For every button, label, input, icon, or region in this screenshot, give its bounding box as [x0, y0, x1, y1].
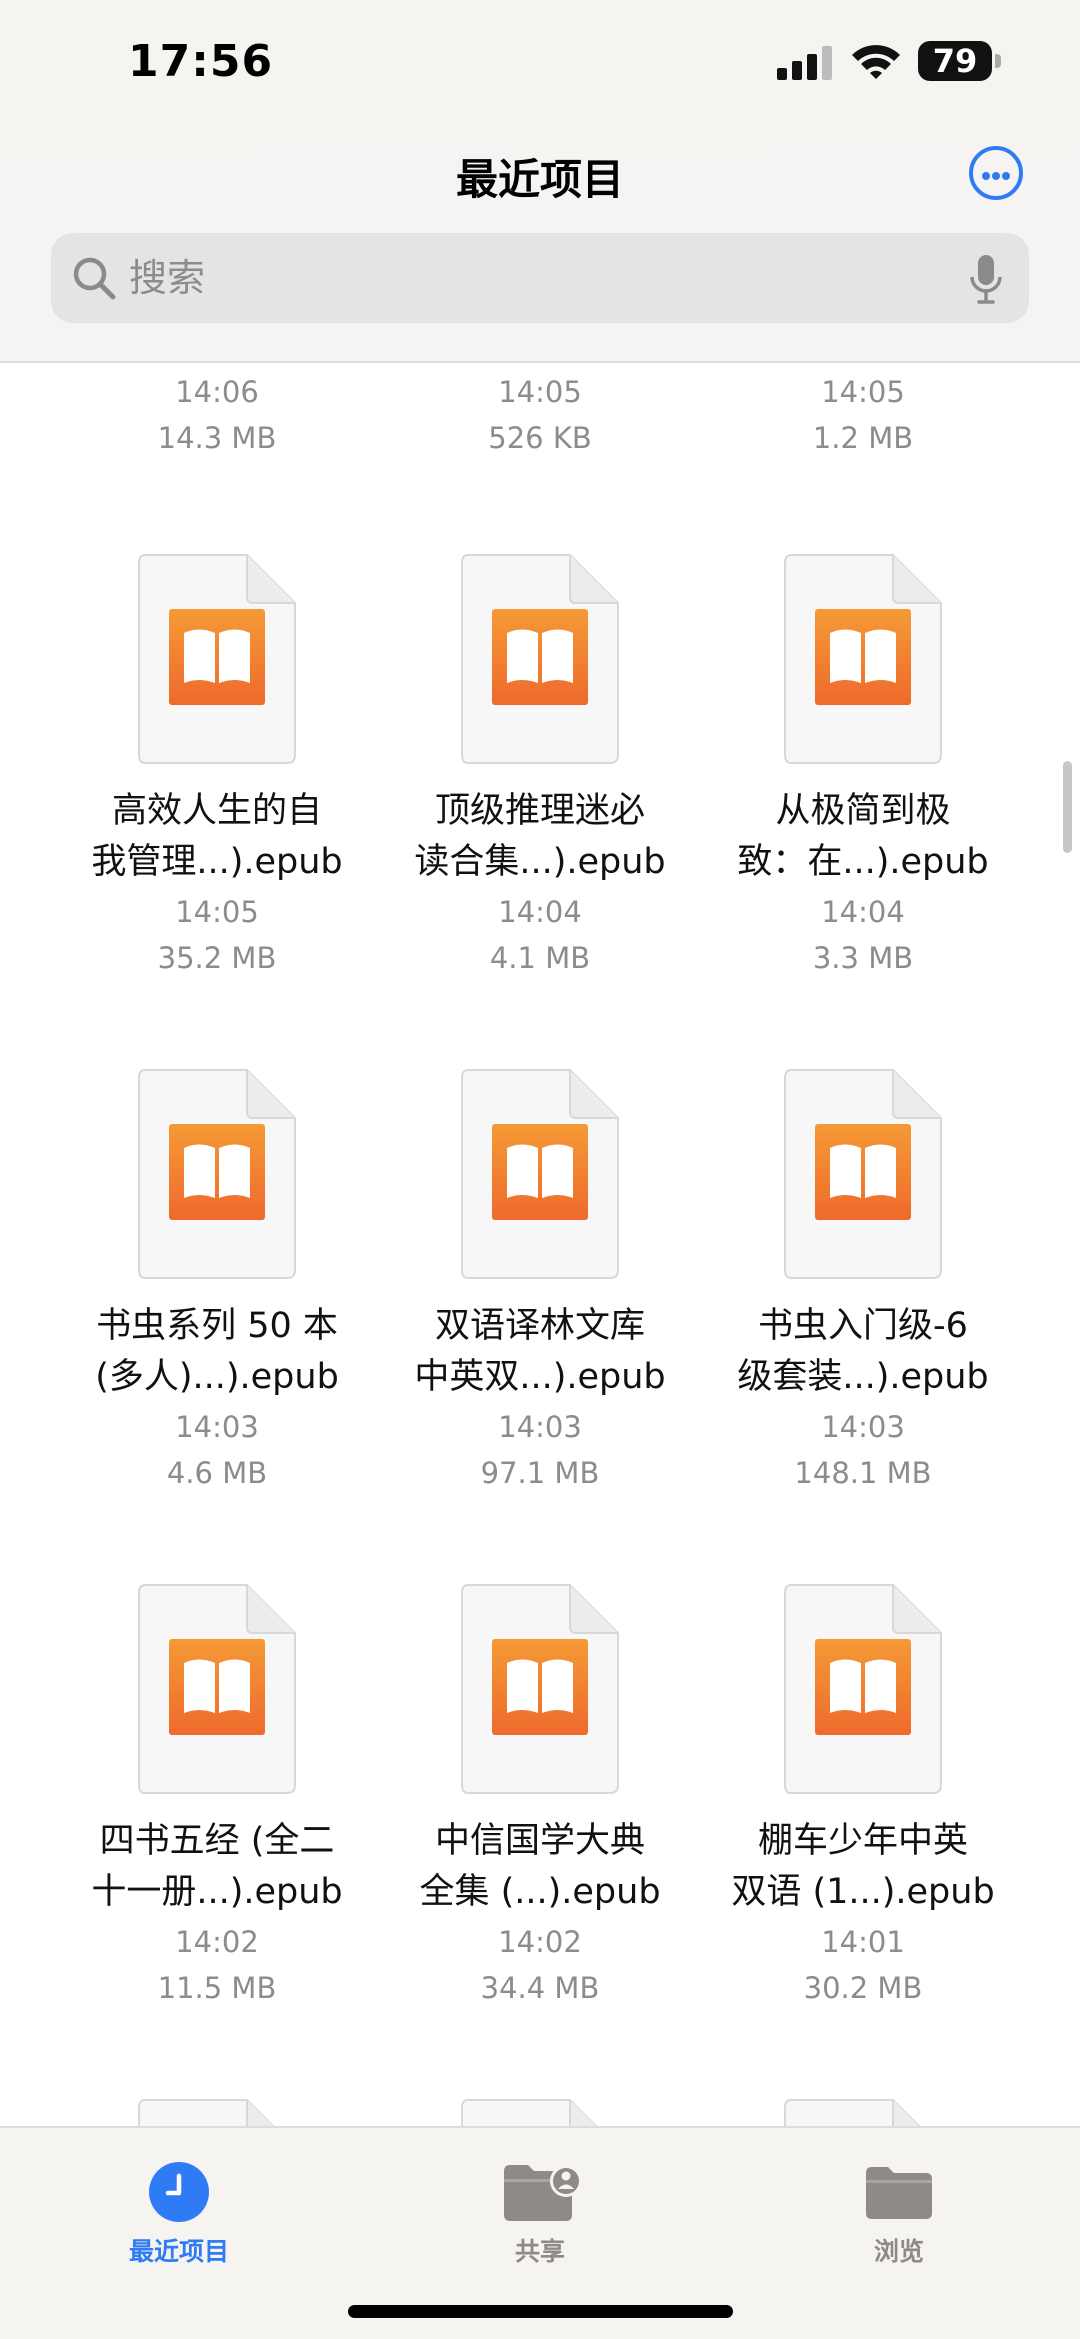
- file-name-line1: 双语译林文库: [434, 1306, 645, 1346]
- tab-label: 共享: [514, 2237, 565, 2266]
- file-size: 1.2 MB: [812, 421, 914, 455]
- book-icon: [460, 2098, 620, 2126]
- file-size: 148.1 MB: [794, 1456, 932, 1490]
- file-time: 14:04: [821, 895, 905, 929]
- file-item[interactable]: 中信国学大典 全集 (...).epub 14:02 34.4 MB: [390, 1583, 690, 2005]
- book-icon: [783, 1583, 943, 1795]
- file-time: 14:03: [498, 1410, 582, 1444]
- file-item[interactable]: 高效人生的自 我管理...).epub 14:05 35.2 MB: [67, 553, 367, 975]
- book-icon: [460, 1068, 620, 1280]
- file-size: 4.6 MB: [166, 1456, 268, 1490]
- file-name-line2: 十一册...).epub: [91, 1872, 343, 1912]
- file-item[interactable]: 双语译林文库 中英双...).epub 14:03 97.1 MB: [390, 1068, 690, 1490]
- file-size: 97.1 MB: [480, 1456, 600, 1490]
- file-item[interactable]: 四书五经 (全二 十一册...).epub 14:02 11.5 MB: [67, 1583, 367, 2005]
- file-name-line1: 顶级推理迷必: [434, 791, 645, 831]
- file-item[interactable]: 从极简到极致：在...).epub 14:04 3.3 MB: [713, 553, 1013, 975]
- file-item[interactable]: 书虫系列 50 本 (多人)...).epub 14:03 4.6 MB: [67, 1068, 367, 1490]
- tab-label: 浏览: [873, 2237, 924, 2266]
- search-bar[interactable]: 搜索: [51, 233, 1029, 323]
- book-icon: [137, 1068, 297, 1280]
- book-icon: [783, 1068, 943, 1280]
- search-input[interactable]: 搜索: [129, 233, 205, 323]
- tab-browse[interactable]: 浏览: [799, 2128, 999, 2288]
- file-size: 526 KB: [488, 421, 592, 455]
- status-time: 17:56: [128, 36, 274, 87]
- tab-recents[interactable]: 最近项目: [79, 2128, 279, 2288]
- file-name-line1: 高效人生的自: [111, 791, 322, 831]
- file-size: 14.3 MB: [157, 421, 277, 455]
- file-time: 14:01: [821, 1925, 905, 1959]
- file-size: 30.2 MB: [803, 1971, 923, 2005]
- file-time: 14:03: [175, 1410, 259, 1444]
- files-grid: 14:06 14.3 MB 14:05 526 KB 14:05 1.2 MB …: [0, 363, 1080, 2126]
- file-size: 34.4 MB: [480, 1971, 600, 2005]
- file-name-line2: 全集 (...).epub: [419, 1872, 661, 1912]
- file-name-line2: 读合集...).epub: [414, 842, 666, 882]
- file-size: 3.3 MB: [812, 941, 914, 975]
- file-name-line1: 书虫系列 50 本: [96, 1306, 338, 1346]
- book-icon: [460, 1583, 620, 1795]
- tab-label: 最近项目: [128, 2237, 229, 2266]
- file-name-line2: 致：在...).epub: [737, 842, 989, 882]
- file-item[interactable]: 顶级推理迷必 读合集...).epub 14:04 4.1 MB: [390, 553, 690, 975]
- book-icon: [460, 553, 620, 765]
- file-name-line1: 书虫入门级-6: [758, 1306, 968, 1346]
- battery-level: 79: [932, 42, 978, 80]
- file-name-line2: 级套装...).epub: [737, 1357, 989, 1397]
- tab-shared[interactable]: 共享: [440, 2128, 640, 2288]
- folder-icon: [866, 2167, 932, 2219]
- file-time: 14:04: [498, 895, 582, 929]
- home-indicator[interactable]: [348, 2305, 733, 2318]
- file-size: 4.1 MB: [489, 941, 591, 975]
- file-time: 14:02: [175, 1925, 259, 1959]
- book-icon: [137, 1583, 297, 1795]
- microphone-icon[interactable]: [969, 253, 1003, 305]
- file-name-line2: 中英双...).epub: [414, 1357, 666, 1397]
- battery-icon: 79: [918, 41, 1002, 83]
- file-time: 14:02: [498, 1925, 582, 1959]
- file-name-line1: 从极简到极: [775, 791, 951, 831]
- book-icon: [783, 553, 943, 765]
- wifi-icon: [852, 45, 900, 79]
- clock-icon: [149, 2162, 209, 2222]
- scroll-indicator[interactable]: [1063, 761, 1072, 853]
- more-options-button[interactable]: [969, 146, 1023, 200]
- file-name-line1: 棚车少年中英: [757, 1821, 968, 1861]
- file-size: 11.5 MB: [157, 1971, 277, 2005]
- file-name-line2: 双语 (1...).epub: [731, 1872, 995, 1912]
- page-title: 最近项目: [455, 155, 624, 204]
- file-name-line2: 我管理...).epub: [91, 842, 343, 882]
- shared-folder-icon: [504, 2165, 582, 2221]
- search-icon: [73, 257, 116, 300]
- file-time: 14:03: [821, 1410, 905, 1444]
- cellular-signal-icon: [777, 46, 832, 80]
- book-icon: [137, 553, 297, 765]
- book-icon: [137, 2098, 297, 2126]
- file-time: 14:06: [175, 375, 259, 409]
- file-item[interactable]: 书虫入门级-6 级套装...).epub 14:03 148.1 MB: [713, 1068, 1013, 1490]
- file-time: 14:05: [821, 375, 905, 409]
- tab-bar: 最近项目 共享 浏览: [0, 2126, 1080, 2339]
- file-item[interactable]: 棚车少年中英 双语 (1...).epub 14:01 30.2 MB: [713, 1583, 1013, 2005]
- book-icon: [783, 2098, 943, 2126]
- file-name-line1: 四书五经 (全二: [99, 1821, 335, 1861]
- file-name-line1: 中信国学大典: [434, 1821, 645, 1861]
- header: 17:56 79 最近项目 搜索: [0, 0, 1080, 363]
- file-name-line2: (多人)...).epub: [95, 1357, 339, 1397]
- file-time: 14:05: [175, 895, 259, 929]
- file-time: 14:05: [498, 375, 582, 409]
- file-size: 35.2 MB: [157, 941, 277, 975]
